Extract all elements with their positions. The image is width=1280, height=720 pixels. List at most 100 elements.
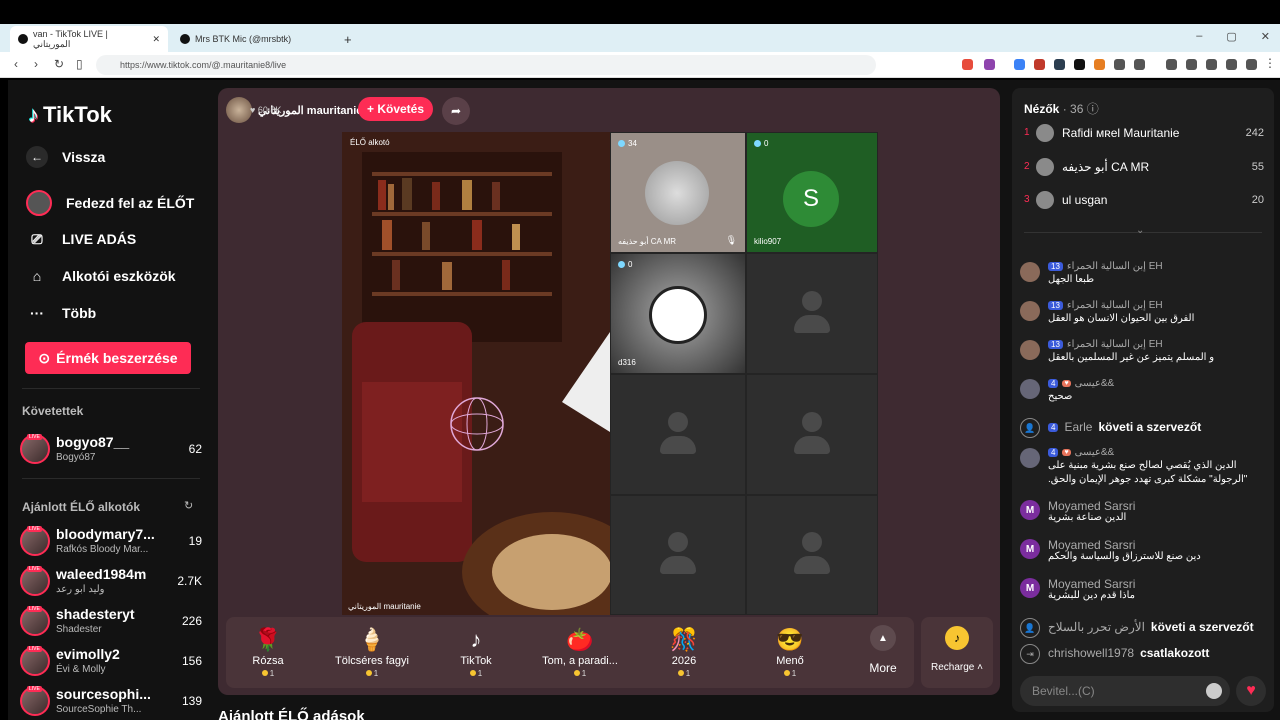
empty-slot[interactable] (610, 495, 746, 615)
gift-rose[interactable]: 🌹 Rózsa 1 (216, 625, 320, 678)
extension-icon[interactable] (1166, 59, 1177, 70)
new-tab-button[interactable]: + (336, 26, 360, 52)
close-window-icon[interactable]: ✕ (1261, 30, 1270, 43)
recommended-account[interactable]: LIVE evimolly2 Évi & Molly 156 (20, 644, 202, 680)
bookmark-icon[interactable]: ▯ (76, 57, 83, 71)
back-link[interactable]: ← Vissza (26, 146, 105, 168)
chevron-down-icon[interactable]: ⌄ (1136, 225, 1144, 236)
reload-icon[interactable]: ↻ (54, 57, 64, 71)
menu-icon[interactable]: ⋮ (1264, 56, 1276, 70)
extension-icon[interactable] (984, 59, 995, 70)
message-text: و المسلم يتميز عن غير المسلمين بالعقل (1048, 352, 1215, 363)
gift-tomato[interactable]: 🍅 Tom, a paradi... 1 (528, 625, 632, 678)
extension-icon[interactable] (1134, 59, 1145, 70)
recommended-account[interactable]: LIVE sourcesophi... SourceSophie Th... 1… (20, 684, 202, 720)
extension-icon[interactable] (1114, 59, 1125, 70)
gift-2026[interactable]: 🎊 2026 1 (632, 625, 736, 678)
message-header: 13 إبن السالية الحمراء EH (1048, 261, 1163, 272)
window-controls: – ▢ ✕ (1196, 30, 1270, 43)
refresh-icon[interactable]: ↻ (184, 499, 193, 512)
maximize-icon[interactable]: ▢ (1226, 30, 1236, 43)
message-header: 4 ♥ عيسى&& (1048, 378, 1114, 389)
nav-creator-tools[interactable]: ⌂ Alkotói eszközök (26, 265, 176, 287)
host-avatar[interactable] (226, 97, 252, 123)
get-coins-button[interactable]: ⊙ Érmék beszerzése (25, 342, 191, 374)
empty-slot[interactable] (610, 374, 746, 495)
recommended-account[interactable]: LIVE waleed1984m وليد ابو رعد 2.7K (20, 564, 202, 600)
chat-input[interactable]: Bevitel...(C) (1020, 676, 1230, 706)
more-label: More (869, 661, 897, 675)
coin-icon (677, 670, 684, 676)
following-account[interactable]: LIVE bogyo87__ Bogyó87 62 (20, 432, 202, 468)
nav-more[interactable]: ··· Több (26, 302, 96, 324)
message-text: ماذا قدم دين للبشرية (1048, 590, 1135, 601)
follow-button[interactable]: + Követés (358, 97, 433, 121)
host-info[interactable]: الموريتاني mauritanie (226, 96, 362, 124)
message-text: الدين الذي يُقصي لصالح صنع بشرية مبنية ع… (1048, 460, 1237, 471)
ranking-row[interactable]: 2 أبو حذيفه CA MR 55 (1024, 156, 1264, 178)
extension-icon[interactable] (1206, 59, 1217, 70)
share-icon[interactable]: ➦ (442, 97, 470, 125)
more-gifts-button[interactable]: ▲ More (858, 625, 908, 675)
empty-user-icon (658, 532, 698, 578)
extension-icon[interactable] (1246, 59, 1257, 70)
browser-tab[interactable]: Mrs BTK Mic (@mrsbtk) (172, 26, 332, 52)
rose-icon: 🌹 (254, 627, 282, 652)
ranking-row[interactable]: 1 Rafidi ᴍʀel Mauritanie 242 (1024, 122, 1264, 144)
browser-tab-active[interactable]: van - TikTok LIVE | الموريتاني ✕ (10, 26, 168, 52)
nav-explore-live[interactable]: Fedezd fel az ÉLŐT (26, 190, 194, 216)
guest-count: 0 (628, 260, 633, 269)
guest-slot[interactable]: S 0 kilio907 (746, 132, 878, 253)
tiktok-logo[interactable]: ♪ TikTok (28, 102, 112, 128)
account-subtitle: Bogyó87 (56, 452, 96, 463)
recommended-account[interactable]: LIVE bloodymary7... Rafkós Bloody Mar...… (20, 524, 202, 560)
nav-label: LIVE ADÁS (62, 231, 137, 247)
account-name: bogyo87__ (56, 434, 130, 450)
url-field[interactable]: https://www.tiktok.com/@.mauritanie8/liv… (96, 55, 876, 75)
extension-icon[interactable] (1186, 59, 1197, 70)
guest-slot[interactable]: 0 d316 (610, 253, 746, 374)
guest-count: 34 (628, 139, 637, 148)
account-name: evimolly2 (56, 646, 120, 662)
viewers-header[interactable]: Nézők · 36 ⓘ (1024, 100, 1099, 117)
extension-icon[interactable] (1054, 59, 1065, 70)
empty-slot[interactable] (746, 374, 878, 495)
gift-cool[interactable]: 😎 Menő 1 (738, 625, 842, 678)
recharge-button[interactable]: ♪ Recharge ˄ (921, 617, 993, 688)
close-tab-icon[interactable]: ✕ (152, 34, 160, 45)
live-video[interactable]: ÉLŐ alkotó الموريتاني mauritanie (342, 132, 610, 615)
gift-name: Menő (776, 655, 804, 667)
sunglasses-icon: 😎 (776, 627, 804, 652)
forward-arrow-icon[interactable]: › (34, 57, 38, 71)
back-arrow-icon[interactable]: ‹ (14, 57, 18, 71)
extension-icon[interactable] (1094, 59, 1105, 70)
guest-name: kilio907 (754, 237, 782, 246)
nav-live[interactable]: ⎚ LIVE ADÁS (26, 228, 136, 250)
heart-badge-icon: ♥ (1062, 449, 1071, 456)
extension-icon[interactable] (1014, 59, 1025, 70)
guest-avatar (645, 161, 709, 225)
viewer-count: 2.7K (177, 574, 202, 588)
gift-tiktok[interactable]: ♪ TikTok 1 (424, 625, 528, 678)
minimize-icon[interactable]: – (1196, 30, 1202, 43)
recommended-account[interactable]: LIVE shadesteryt Shadester 226 (20, 604, 202, 640)
empty-slot[interactable] (746, 495, 878, 615)
viewer-count: 226 (181, 614, 202, 628)
rank-score: 55 (1251, 161, 1264, 173)
extension-icon[interactable] (962, 59, 973, 70)
extension-icon[interactable] (1226, 59, 1237, 70)
emoji-icon[interactable] (1206, 683, 1222, 699)
empty-slot[interactable] (746, 253, 878, 374)
info-icon[interactable]: ⓘ (1087, 102, 1099, 116)
guest-count: 0 (764, 139, 769, 148)
empty-user-icon (792, 532, 832, 578)
heart-icon[interactable]: ♥ (1236, 676, 1266, 706)
username: عيسى&& (1074, 447, 1115, 458)
account-name: sourcesophi... (56, 686, 151, 702)
guest-slot[interactable]: 34 أبو حذيفه CA MR 🎙 (610, 132, 746, 253)
ranking-row[interactable]: 3 ul usgan 20 (1024, 189, 1264, 211)
extension-icon[interactable] (1034, 59, 1045, 70)
nav-label: Fedezd fel az ÉLŐT (66, 195, 195, 211)
gift-ice-cream[interactable]: 🍦 Tölcséres fagyi 1 (320, 625, 424, 678)
extension-icon[interactable] (1074, 59, 1085, 70)
